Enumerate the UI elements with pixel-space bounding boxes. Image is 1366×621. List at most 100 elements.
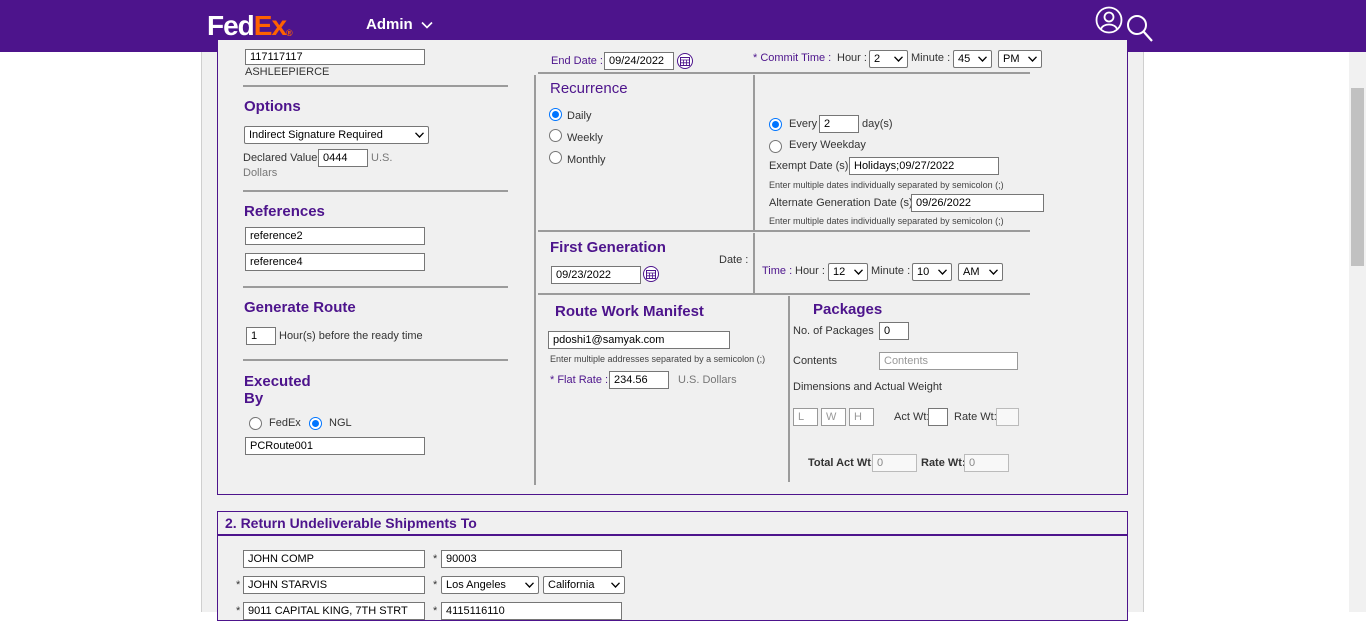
logo-ex-text: Ex [253,10,287,41]
options-heading: Options [244,98,301,115]
return-undeliverable-heading: 2. Return Undeliverable Shipments To [225,515,477,531]
chevron-down-icon [989,269,998,275]
column-divider [534,75,536,485]
return-state-select[interactable]: California [543,576,625,594]
total-rate-wt-label: Rate Wt: [921,457,966,469]
required-mark: * [433,605,438,617]
column-divider [753,233,755,293]
calendar-icon[interactable] [643,266,659,282]
every-n-days-radio[interactable] [769,118,782,131]
first-gen-hour-label: Hour : [795,265,825,277]
flat-rate-input[interactable]: 234.56 [609,371,669,389]
every-weekday-radio[interactable] [769,140,782,153]
executed-fedex-label: FedEx [269,417,301,429]
return-phone-input[interactable]: 4115116110 [441,602,622,620]
recurrence-weekly-label: Weekly [567,132,603,144]
first-generation-heading: First Generation [550,239,666,256]
account-number-field[interactable]: 117117117 [245,49,425,65]
required-mark: * [236,605,241,617]
declared-value-input[interactable]: 0444 [318,149,368,167]
executed-by-heading-line1: Executed [244,373,311,390]
reference-2-input[interactable]: reference4 [245,253,425,271]
packages-heading: Packages [813,301,883,318]
end-date-input[interactable]: 09/24/2022 [604,52,674,70]
alt-generation-date-help: Enter multiple dates individually separa… [769,216,1004,226]
references-heading: References [244,203,325,220]
height-input[interactable]: H [849,408,874,426]
flat-rate-unit: U.S. Dollars [678,374,737,386]
divider [538,230,1030,232]
length-input[interactable]: L [793,408,818,426]
executed-by-heading-line2: By [244,390,264,407]
package-count-input[interactable]: 0 [879,322,909,340]
return-state-value: California [548,579,595,591]
divider [243,190,508,192]
every-days-input[interactable]: 2 [819,115,859,133]
recurrence-daily-radio[interactable] [549,108,562,121]
executed-ngl-label: NGL [329,417,352,429]
chevron-down-icon [894,56,903,62]
first-generation-date-input[interactable]: 09/23/2022 [551,266,641,284]
logo-fed-text: Fed [207,10,255,41]
account-name: ASHLEEPIERCE [245,66,330,78]
alt-generation-date-input[interactable]: 09/26/2022 [911,194,1044,212]
signature-option-select[interactable]: Indirect Signature Required [244,126,429,144]
hours-before-input[interactable]: 1 [246,327,276,345]
column-divider [753,75,755,230]
executed-ngl-radio[interactable] [309,417,322,430]
calendar-icon[interactable] [677,53,693,69]
route-name-input[interactable]: PCRoute001 [245,437,425,455]
manifest-email-help: Enter multiple addresses separated by a … [550,354,766,364]
chevron-down-icon [854,269,863,275]
width-input[interactable]: W [821,408,846,426]
first-gen-minute-select[interactable]: 10 [912,263,952,281]
return-zip-input[interactable]: 90003 [441,550,622,568]
page-scrollbar-thumb[interactable] [1351,88,1364,266]
reference-1-input[interactable]: reference2 [245,227,425,245]
return-city-select[interactable]: Los Angeles [441,576,539,594]
exempt-date-label: Exempt Date (s) [769,160,849,172]
executed-fedex-radio[interactable] [249,417,262,430]
flat-rate-label: * Flat Rate : [550,374,609,386]
declared-unit-us: U.S. [371,152,393,164]
chevron-down-icon [938,269,947,275]
chevron-down-icon [611,582,620,588]
contents-input[interactable]: Contents [879,352,1018,370]
chevron-down-icon [978,56,987,62]
admin-menu[interactable]: Admin [366,16,433,33]
commit-minute-select[interactable]: 45 [953,50,992,68]
exempt-date-input[interactable]: Holidays;09/27/2022 [849,157,999,175]
chevron-down-icon [421,21,433,29]
user-profile-icon[interactable] [1095,6,1123,34]
dimensions-label: Dimensions and Actual Weight [793,381,942,393]
commit-ampm-select[interactable]: PM [998,50,1042,68]
total-act-wt-input: 0 [872,454,917,472]
admin-menu-label: Admin [366,16,413,33]
declared-value-label: Declared Value [243,152,318,164]
return-company-input[interactable]: JOHN COMP [243,550,425,568]
divider [243,85,508,87]
return-address-input[interactable]: 9011 CAPITAL KING, 7TH STRT [243,602,425,620]
first-gen-hour-select[interactable]: 12 [828,263,868,281]
chevron-down-icon [525,582,534,588]
search-icon[interactable] [1126,14,1154,44]
return-city-value: Los Angeles [446,579,506,591]
first-gen-ampm-select[interactable]: AM [958,263,1003,281]
commit-hour-label: Hour : [837,52,867,64]
recurrence-weekly-radio[interactable] [549,129,562,142]
generate-route-heading: Generate Route [244,299,356,316]
return-contact-input[interactable]: JOHN STARVIS [243,576,425,594]
divider [243,359,508,361]
act-wt-input[interactable] [928,408,948,426]
end-date-label: End Date : [551,55,603,67]
manifest-email-input[interactable]: pdoshi1@samyak.com [548,331,730,349]
recurrence-monthly-radio[interactable] [549,151,562,164]
days-unit-label: day(s) [862,118,893,130]
commit-hour-select[interactable]: 2 [869,50,908,68]
commit-hour-value: 2 [874,53,881,65]
every-weekday-label: Every Weekday [789,139,866,151]
commit-minute-label: Minute : [911,52,951,64]
commit-ampm-value: PM [1003,53,1020,65]
act-wt-label: Act Wt: [894,411,930,423]
first-generation-date-label: Date : [719,254,749,266]
